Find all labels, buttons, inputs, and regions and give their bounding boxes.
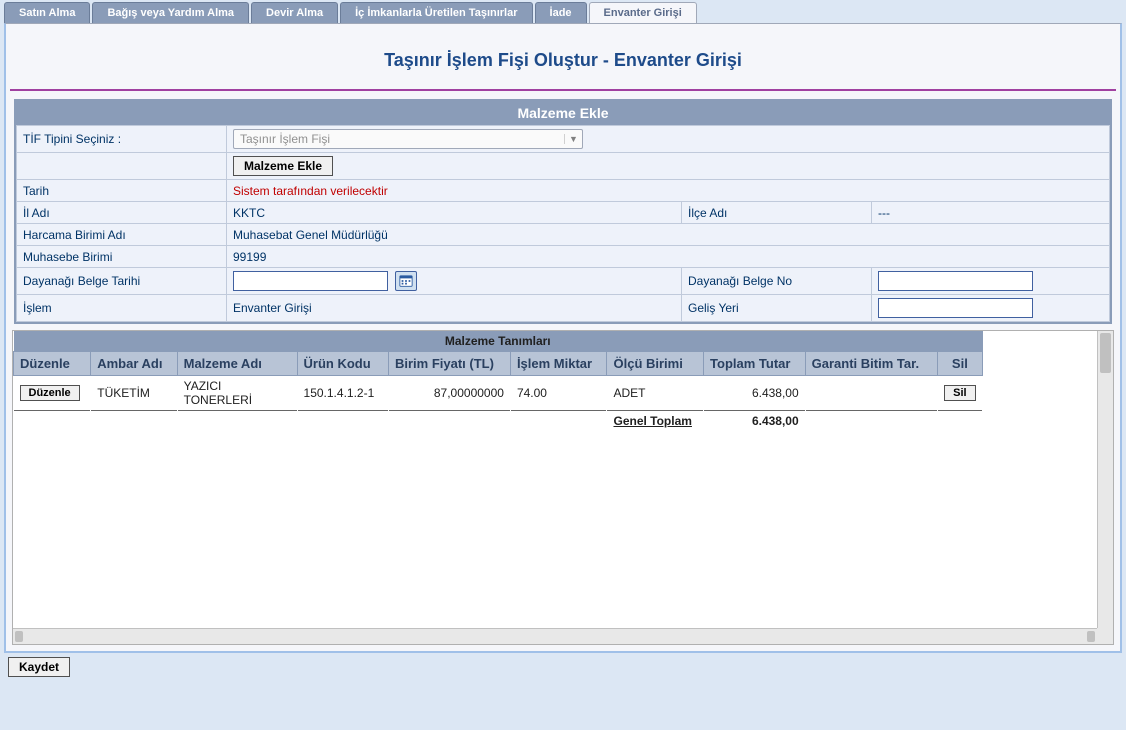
sil-button[interactable]: Sil — [944, 385, 975, 401]
col-malzeme: Malzeme Adı — [177, 352, 297, 376]
tab-bar: Satın Alma Bağış veya Yardım Alma Devir … — [2, 2, 1124, 23]
cell-garanti — [805, 376, 937, 411]
malzeme-ekle-section: Malzeme Ekle TİF Tipini Seçiniz : Taşını… — [14, 99, 1112, 324]
cell-miktar: 74.00 — [510, 376, 607, 411]
ilce-label: İlçe Adı — [682, 202, 872, 224]
col-ambar: Ambar Adı — [91, 352, 177, 376]
divider — [10, 89, 1116, 91]
tab-iade[interactable]: İade — [535, 2, 587, 23]
grid-table: Malzeme Tanımları Düzenle Ambar Adı Malz… — [13, 331, 983, 431]
sum-label: Genel Toplam — [613, 414, 691, 428]
table-row: Düzenle TÜKETİM YAZICI TONERLERİ 150.1.4… — [14, 376, 983, 411]
ilce-value: --- — [872, 202, 1110, 224]
tif-dropdown[interactable]: Taşınır İşlem Fişi ▼ — [233, 129, 583, 149]
grid-header-row: Düzenle Ambar Adı Malzeme Adı Ürün Kodu … — [14, 352, 983, 376]
col-olcu: Ölçü Birimi — [607, 352, 704, 376]
grid-title: Malzeme Tanımları — [14, 331, 983, 352]
col-toplam: Toplam Tutar — [704, 352, 806, 376]
calendar-icon[interactable] — [395, 271, 417, 291]
col-sil: Sil — [937, 352, 982, 376]
section-header: Malzeme Ekle — [16, 101, 1110, 125]
gelis-label: Geliş Yeri — [682, 295, 872, 322]
form-table: TİF Tipini Seçiniz : Taşınır İşlem Fişi … — [16, 125, 1110, 322]
gelis-input[interactable] — [878, 298, 1033, 318]
vertical-scrollbar[interactable] — [1097, 331, 1113, 628]
tab-satin-alma[interactable]: Satın Alma — [4, 2, 90, 23]
cell-olcu: ADET — [607, 376, 704, 411]
col-duzenle: Düzenle — [14, 352, 91, 376]
dayanagi-tarih-input[interactable] — [233, 271, 388, 291]
malzeme-ekle-button[interactable]: Malzeme Ekle — [233, 156, 333, 176]
muhasebe-value: 99199 — [227, 246, 1110, 268]
dayanagi-no-input[interactable] — [878, 271, 1033, 291]
tab-ic-imkan[interactable]: İç İmkanlarla Üretilen Taşınırlar — [340, 2, 532, 23]
col-miktar: İşlem Miktar — [510, 352, 607, 376]
cell-toplam: 6.438,00 — [704, 376, 806, 411]
tif-value: Taşınır İşlem Fişi — [234, 132, 564, 146]
cell-urun: 150.1.4.1.2-1 — [297, 376, 388, 411]
tarih-value: Sistem tarafından verilecektir — [233, 184, 388, 198]
cell-birim-fiyat: 87,00000000 — [388, 376, 510, 411]
islem-label: İşlem — [17, 295, 227, 322]
islem-value: Envanter Girişi — [227, 295, 682, 322]
il-label: İl Adı — [17, 202, 227, 224]
col-urun: Ürün Kodu — [297, 352, 388, 376]
kaydet-button[interactable]: Kaydet — [8, 657, 70, 677]
main-panel: Taşınır İşlem Fişi Oluştur - Envanter Gi… — [4, 23, 1122, 653]
cell-malzeme: YAZICI TONERLERİ — [177, 376, 297, 411]
harcama-label: Harcama Birimi Adı — [17, 224, 227, 246]
col-birim-fiyat: Birim Fiyatı (TL) — [388, 352, 510, 376]
tab-envanter[interactable]: Envanter Girişi — [589, 2, 697, 23]
grid-container: Malzeme Tanımları Düzenle Ambar Adı Malz… — [12, 330, 1114, 645]
tarih-label: Tarih — [17, 180, 227, 202]
duzenle-button[interactable]: Düzenle — [20, 385, 80, 401]
dayanagi-tarih-label: Dayanağı Belge Tarihi — [17, 268, 227, 295]
harcama-value: Muhasebat Genel Müdürlüğü — [227, 224, 1110, 246]
scroll-corner — [1097, 628, 1113, 644]
chevron-down-icon: ▼ — [564, 134, 582, 144]
dayanagi-no-label: Dayanağı Belge No — [682, 268, 872, 295]
cell-ambar: TÜKETİM — [91, 376, 177, 411]
muhasebe-label: Muhasebe Birimi — [17, 246, 227, 268]
tab-devir[interactable]: Devir Alma — [251, 2, 338, 23]
page-title: Taşınır İşlem Fişi Oluştur - Envanter Gi… — [10, 34, 1116, 89]
col-garanti: Garanti Bitim Tar. — [805, 352, 937, 376]
horizontal-scrollbar[interactable] — [13, 628, 1097, 644]
sum-row: Genel Toplam 6.438,00 — [14, 411, 983, 432]
tif-label: TİF Tipini Seçiniz : — [17, 126, 227, 153]
sum-value: 6.438,00 — [704, 411, 806, 432]
tab-bagis[interactable]: Bağış veya Yardım Alma — [92, 2, 249, 23]
il-value: KKTC — [227, 202, 682, 224]
